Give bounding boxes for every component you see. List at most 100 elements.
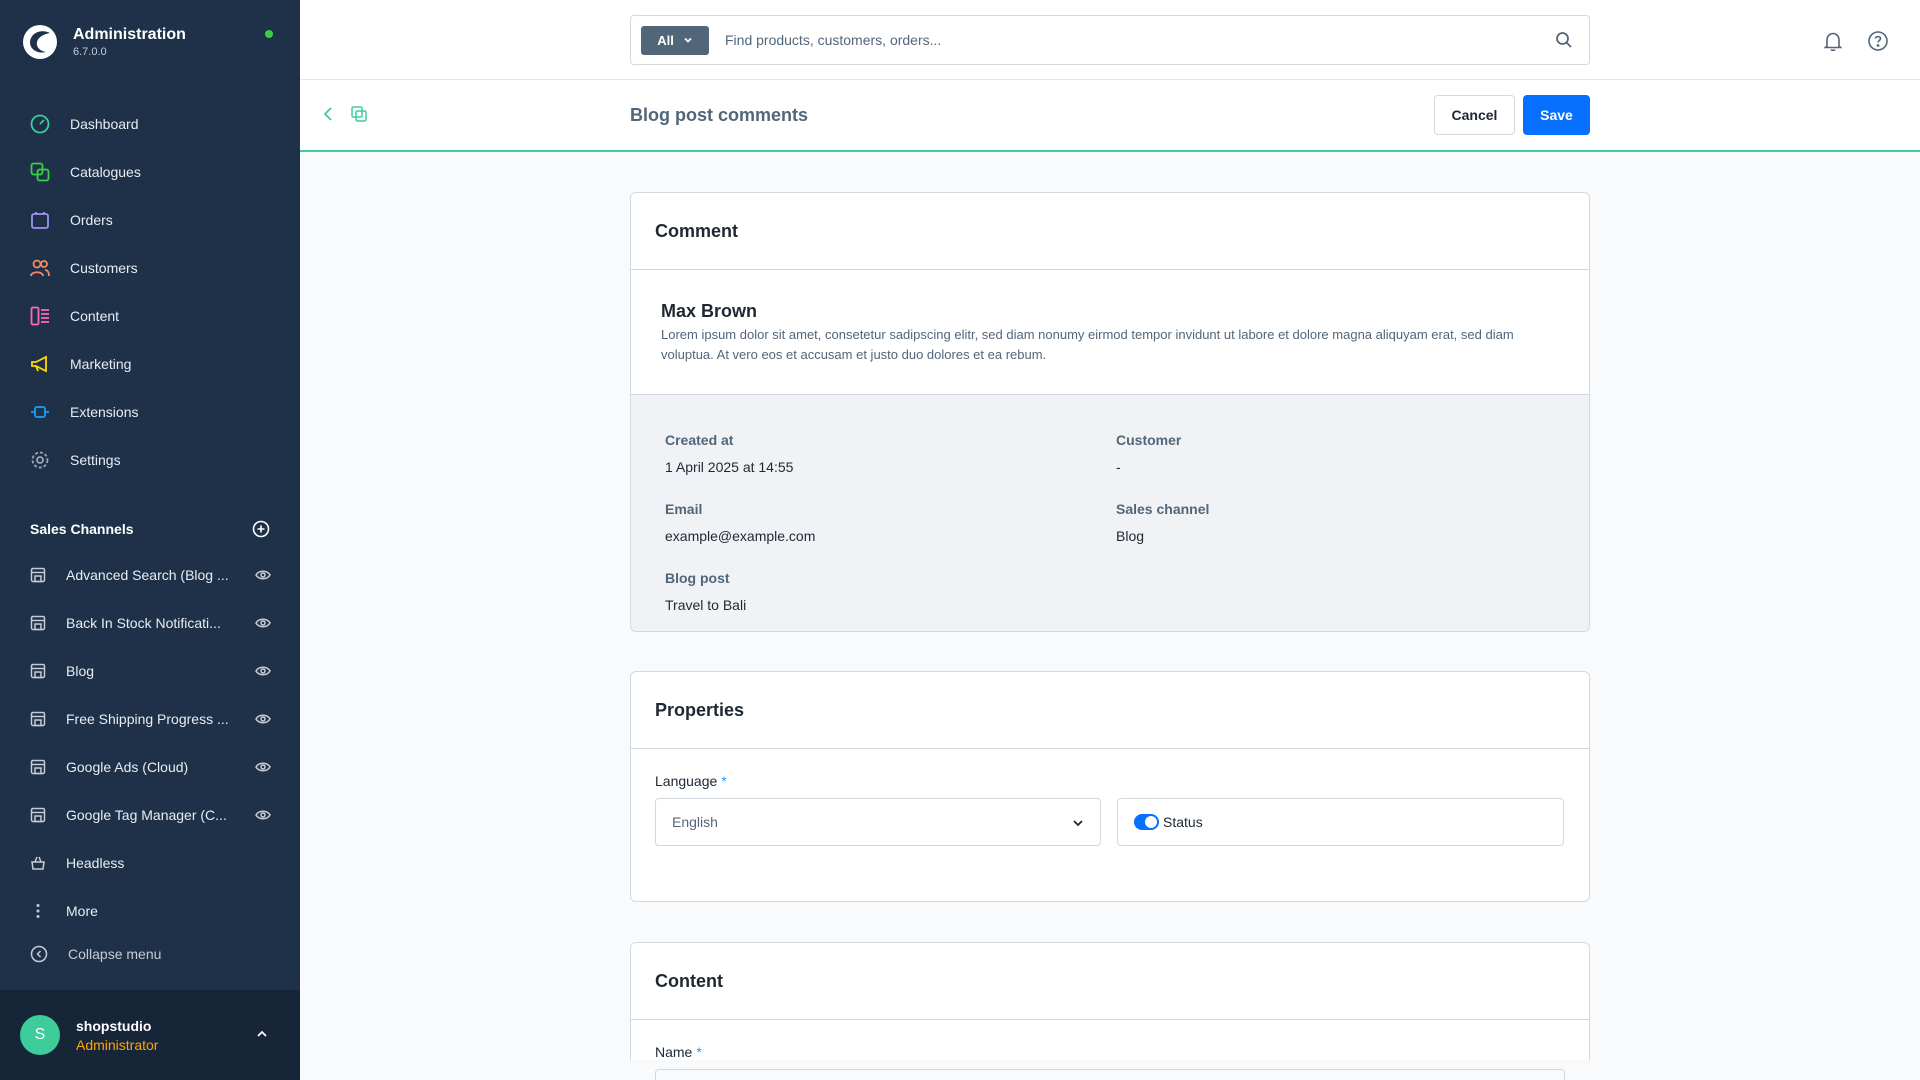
- meta-label: Email: [665, 501, 703, 517]
- more-icon: [29, 902, 47, 920]
- name-input[interactable]: [655, 1069, 1565, 1080]
- language-label-text: Language: [655, 773, 718, 789]
- main-nav: Dashboard Catalogues Orders Customers Co…: [0, 100, 300, 484]
- sales-channel-label: Blog: [66, 663, 95, 679]
- sales-channel-label: Advanced Search (Blog ...: [66, 567, 229, 583]
- avatar: S: [20, 1015, 60, 1055]
- meta-blog-post: Blog post Travel to Bali: [665, 570, 746, 613]
- sales-channel-item[interactable]: Advanced Search (Blog ...: [0, 551, 300, 599]
- content-card: Content Name *: [630, 942, 1590, 1080]
- sales-channel-item[interactable]: Google Ads (Cloud): [0, 743, 300, 791]
- sales-channels-title: Sales Channels: [30, 521, 134, 537]
- eye-icon[interactable]: [254, 662, 272, 680]
- sales-channel-more[interactable]: More: [0, 887, 300, 935]
- eye-icon[interactable]: [254, 566, 272, 584]
- language-select[interactable]: English: [655, 798, 1101, 846]
- meta-value: -: [1116, 459, 1121, 475]
- meta-label: Created at: [665, 432, 734, 448]
- language-label: Language *: [655, 773, 727, 789]
- required-mark: *: [721, 773, 727, 789]
- nav-item-dashboard[interactable]: Dashboard: [0, 100, 300, 148]
- status-toggle[interactable]: [1134, 814, 1159, 830]
- nav-label: Catalogues: [70, 164, 141, 180]
- sales-channels-header: Sales Channels: [30, 520, 270, 538]
- sales-channel-label: Back In Stock Notificati...: [66, 615, 221, 631]
- meta-label: Sales channel: [1116, 501, 1210, 517]
- eye-icon[interactable]: [254, 758, 272, 776]
- app-version: 6.7.0.0: [73, 46, 107, 58]
- chevron-down-icon: [684, 37, 692, 43]
- properties-body: Language * English Status: [631, 749, 1589, 901]
- meta-value: Travel to Bali: [665, 597, 747, 613]
- collapse-menu-button[interactable]: Collapse menu: [29, 944, 161, 964]
- meta-value: Blog: [1116, 528, 1145, 544]
- back-arrow-icon[interactable]: [320, 105, 338, 123]
- sales-channel-item[interactable]: Google Tag Manager (C...: [0, 791, 300, 839]
- save-button[interactable]: Save: [1523, 95, 1590, 135]
- sales-channel-label: Google Ads (Cloud): [66, 759, 189, 775]
- top-bar: All: [300, 0, 1920, 80]
- user-menu[interactable]: S shopstudio Administrator: [0, 990, 300, 1080]
- status-switch[interactable]: Status: [1117, 798, 1564, 846]
- card-title: Content: [631, 943, 1589, 1020]
- comment-body: Max Brown Lorem ipsum dolor sit amet, co…: [631, 270, 1589, 394]
- sales-channel-item[interactable]: Free Shipping Progress ...: [0, 695, 300, 743]
- card-title: Properties: [631, 672, 1589, 749]
- storefront-icon: [29, 566, 47, 584]
- collapse-icon: [29, 944, 49, 964]
- sales-channel-item[interactable]: Blog: [0, 647, 300, 695]
- meta-label: Blog post: [665, 570, 730, 586]
- add-sales-channel-icon[interactable]: [252, 520, 270, 538]
- extensions-icon: [29, 401, 51, 423]
- nav-item-settings[interactable]: Settings: [0, 436, 300, 484]
- notification-bell-icon[interactable]: [1822, 30, 1844, 52]
- nav-item-catalogues[interactable]: Catalogues: [0, 148, 300, 196]
- help-icon[interactable]: [1867, 30, 1889, 52]
- marketing-icon: [29, 353, 51, 375]
- eye-icon[interactable]: [254, 806, 272, 824]
- comment-author: Max Brown: [661, 301, 758, 321]
- language-value: English: [672, 814, 718, 830]
- copy-icon[interactable]: [350, 105, 368, 123]
- customers-icon: [29, 257, 51, 279]
- search-type-select[interactable]: All: [641, 25, 709, 55]
- brand[interactable]: Administration 6.7.0.0: [22, 24, 186, 60]
- orders-icon: [29, 209, 51, 231]
- storefront-icon: [29, 758, 47, 776]
- nav-label: Marketing: [70, 356, 132, 372]
- meta-sales-channel: Sales channel Blog: [1116, 501, 1209, 544]
- sales-channel-label: More: [66, 903, 98, 919]
- content-icon: [29, 305, 51, 327]
- global-search: All: [630, 15, 1590, 65]
- search-input[interactable]: [725, 32, 1525, 48]
- nav-label: Customers: [70, 260, 138, 276]
- nav-item-content[interactable]: Content: [0, 292, 300, 340]
- nav-label: Orders: [70, 212, 113, 228]
- catalogue-icon: [29, 161, 51, 183]
- sales-channel-item[interactable]: Headless: [0, 839, 300, 887]
- nav-item-marketing[interactable]: Marketing: [0, 340, 300, 388]
- storefront-icon: [29, 614, 47, 632]
- dashboard-icon: [29, 113, 51, 135]
- nav-item-customers[interactable]: Customers: [0, 244, 300, 292]
- meta-customer: Customer -: [1116, 432, 1181, 475]
- app-title: Administration: [73, 26, 186, 43]
- storefront-icon: [29, 806, 47, 824]
- user-name: shopstudio: [76, 1017, 152, 1034]
- eye-icon[interactable]: [254, 614, 272, 632]
- sidebar: Administration 6.7.0.0 Dashboard Catalog…: [0, 0, 300, 1080]
- user-role: Administrator: [76, 1036, 159, 1053]
- meta-value: 1 April 2025 at 14:55: [665, 459, 794, 475]
- storefront-icon: [29, 662, 47, 680]
- chevron-up-icon: [257, 1030, 267, 1037]
- collapse-label: Collapse menu: [68, 946, 162, 962]
- cancel-button[interactable]: Cancel: [1434, 95, 1515, 135]
- nav-item-extensions[interactable]: Extensions: [0, 388, 300, 436]
- nav-item-orders[interactable]: Orders: [0, 196, 300, 244]
- sales-channel-item[interactable]: Back In Stock Notificati...: [0, 599, 300, 647]
- eye-icon[interactable]: [254, 710, 272, 728]
- chevron-down-icon: [1073, 820, 1083, 827]
- meta-value: example@example.com: [665, 528, 816, 544]
- search-icon[interactable]: [1555, 31, 1573, 49]
- page-title: Blog post comments: [630, 105, 809, 125]
